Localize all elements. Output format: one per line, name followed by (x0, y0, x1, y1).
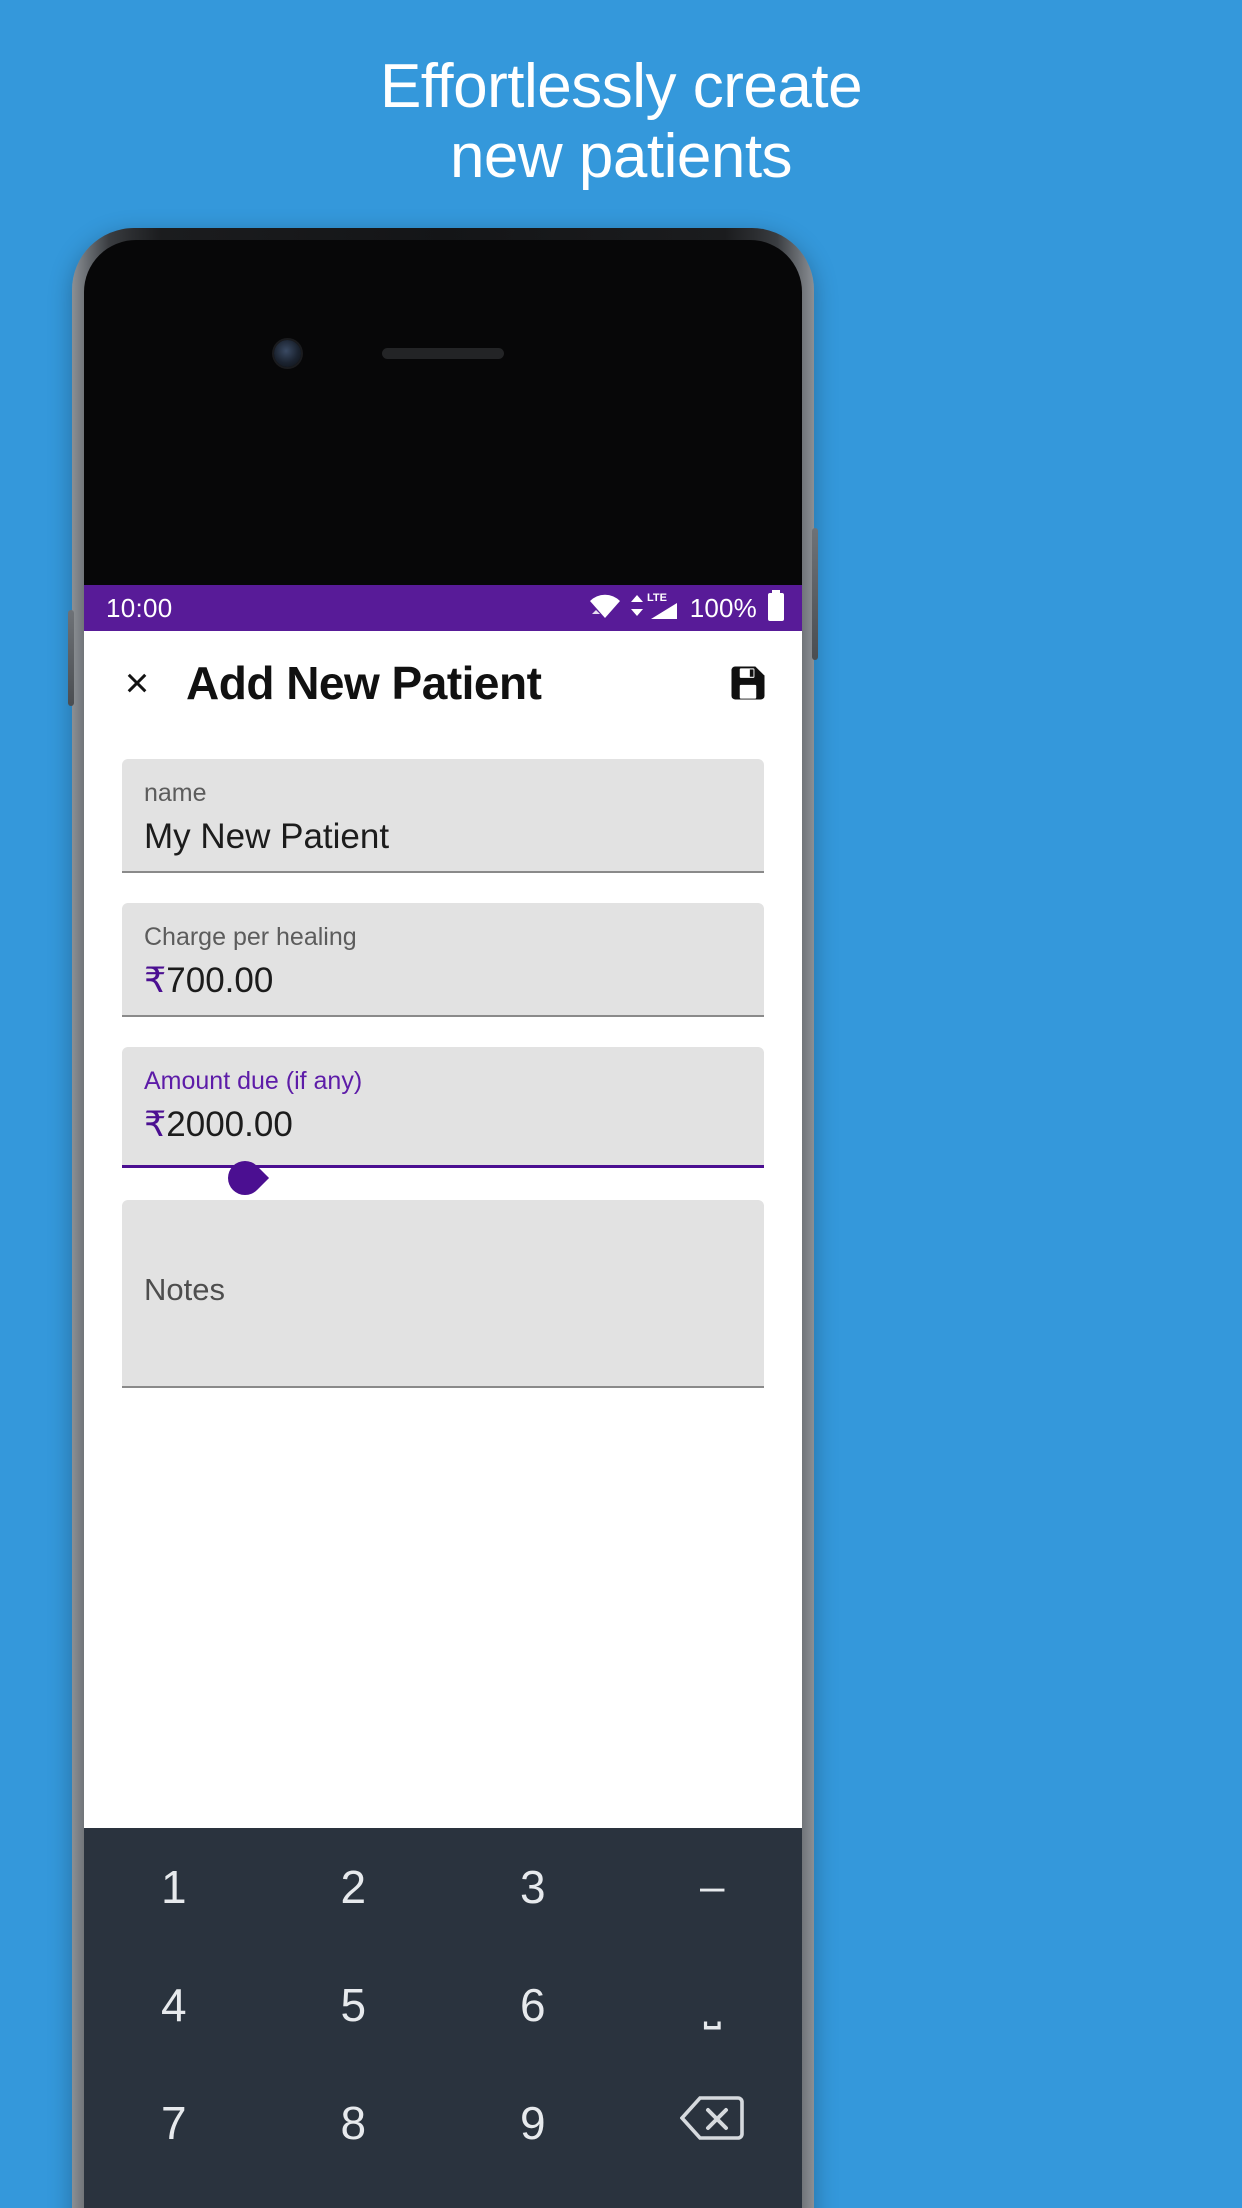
charge-amount: 700.00 (166, 961, 274, 1000)
keyboard-row: 4 5 6 ⎵ (84, 1946, 802, 2064)
field-value-amount-due: ₹2000.00 (144, 1101, 742, 1149)
phone-mockup: 10:00 LTE 100% × Add New Patient name My… (68, 228, 818, 2208)
rupee-symbol-icon: ₹ (144, 961, 167, 1000)
key-1[interactable]: 1 (84, 1828, 264, 1946)
key-enter-next[interactable] (623, 2182, 803, 2208)
page-title: Add New Patient (186, 657, 542, 709)
rupee-symbol-icon: ₹ (144, 1105, 167, 1144)
text-cursor-handle[interactable] (220, 1153, 270, 1203)
field-charge-per-healing[interactable]: Charge per healing ₹700.00 (122, 903, 764, 1017)
field-amount-due[interactable]: Amount due (if any) ₹2000.00 (122, 1047, 764, 1203)
key-6[interactable]: 6 (443, 1946, 623, 2064)
cellular-signal-icon: LTE (630, 591, 681, 626)
save-floppy-icon[interactable] (720, 661, 776, 705)
key-5[interactable]: 5 (264, 1946, 444, 2064)
status-bar: 10:00 LTE 100% (84, 585, 802, 631)
keyboard-row: 1 2 3 – (84, 1828, 802, 1946)
field-value-patient-name: My New Patient (144, 817, 390, 856)
app-bar: × Add New Patient (84, 631, 802, 735)
key-backspace[interactable] (623, 2064, 803, 2182)
backspace-icon (679, 2094, 745, 2153)
svg-text:LTE: LTE (647, 592, 667, 604)
status-time: 10:00 (106, 592, 173, 623)
field-label-patient-name: name (144, 779, 207, 807)
key-dash[interactable]: – (623, 1828, 803, 1946)
battery-percent-label: 100% (689, 592, 757, 623)
key-0[interactable]: 0 (264, 2182, 444, 2208)
amount-due-value: 2000.00 (166, 1105, 293, 1144)
wifi-icon (588, 592, 622, 625)
key-period[interactable]: . (443, 2182, 623, 2208)
key-7[interactable]: 7 (84, 2064, 264, 2182)
patient-form: name My New Patient Charge per healing ₹… (84, 735, 802, 1388)
key-9[interactable]: 9 (443, 2064, 623, 2182)
battery-icon (766, 589, 786, 627)
phone-body: 10:00 LTE 100% × Add New Patient name My… (84, 240, 802, 2208)
field-patient-name[interactable]: name My New Patient (122, 759, 764, 873)
status-icons: LTE 100% (588, 589, 786, 627)
promo-headline: Effortlessly create new patients (0, 52, 1242, 192)
field-notes[interactable]: Notes (122, 1200, 764, 1388)
field-label-notes: Notes (144, 1272, 225, 1307)
promo-headline-line-2: new patients (449, 122, 793, 191)
keyboard-row: , 0 . (84, 2182, 802, 2208)
phone-screen: 10:00 LTE 100% × Add New Patient name My… (84, 585, 802, 2208)
field-label-charge-per-healing: Charge per healing (144, 923, 357, 951)
numeric-keyboard: 1 2 3 – 4 5 6 ⎵ 7 8 9 (84, 1828, 802, 2208)
key-comma[interactable]: , (84, 2182, 264, 2208)
phone-volume-button[interactable] (68, 610, 74, 706)
close-icon[interactable]: × (110, 662, 164, 704)
key-2[interactable]: 2 (264, 1828, 444, 1946)
keyboard-row: 7 8 9 (84, 2064, 802, 2182)
key-space[interactable]: ⎵ (623, 1946, 803, 2064)
field-label-amount-due: Amount due (if any) (144, 1067, 363, 1095)
key-8[interactable]: 8 (264, 2064, 444, 2182)
key-3[interactable]: 3 (443, 1828, 623, 1946)
field-value-charge-per-healing: ₹700.00 (144, 957, 742, 1005)
promo-headline-line-1: Effortlessly create (379, 52, 863, 121)
key-4[interactable]: 4 (84, 1946, 264, 2064)
front-camera-icon (274, 340, 301, 367)
phone-power-button[interactable] (812, 528, 818, 660)
earpiece-speaker (382, 348, 504, 359)
